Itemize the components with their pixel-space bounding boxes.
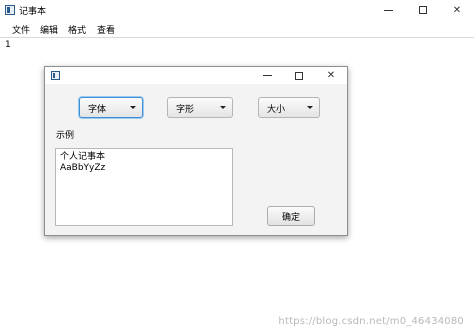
font-family-select[interactable]: 字体: [79, 97, 143, 118]
chevron-down-icon: [220, 106, 226, 109]
dialog-minimize-button[interactable]: [251, 67, 283, 84]
menu-edit[interactable]: 编辑: [40, 23, 58, 36]
close-icon: ✕: [452, 4, 462, 16]
maximize-icon: [295, 71, 303, 80]
close-icon: ✕: [326, 70, 336, 81]
dialog-title-bar: ✕: [45, 67, 347, 84]
menu-view[interactable]: 查看: [97, 23, 115, 36]
minimize-button[interactable]: [371, 0, 405, 20]
dialog-app-icon: [51, 71, 60, 80]
sample-preview-area[interactable]: 个人记事本 AaBbYyZz: [55, 148, 233, 226]
maximize-icon: [419, 6, 427, 14]
dialog-maximize-button[interactable]: [283, 67, 315, 84]
main-title-bar: 记事本 ✕: [0, 0, 474, 20]
chevron-down-icon: [307, 106, 313, 109]
chevron-down-icon: [130, 106, 136, 109]
font-family-select-label: 字体: [88, 105, 107, 115]
notepad-app-icon: [5, 5, 15, 15]
sample-text-line: AaBbYyZz: [60, 163, 106, 173]
font-size-select[interactable]: 大小: [258, 97, 320, 118]
maximize-button[interactable]: [406, 0, 440, 20]
close-button[interactable]: ✕: [440, 0, 474, 20]
ok-button[interactable]: 确定: [267, 206, 315, 226]
sample-text-line: 个人记事本: [60, 152, 106, 162]
minimize-icon: [383, 9, 393, 11]
menu-file[interactable]: 文件: [12, 23, 30, 36]
font-dialog: ✕ 字体 字形 大小 示例 个人记事本 AaBbYyZz 确定: [44, 66, 348, 236]
minimize-icon: [262, 75, 272, 76]
menu-format[interactable]: 格式: [68, 23, 86, 36]
sample-label: 示例: [56, 131, 75, 141]
editor-content: 1: [5, 40, 11, 50]
menu-bar: 文件 编辑 格式 查看: [0, 20, 474, 38]
font-style-select[interactable]: 字形: [167, 97, 233, 118]
window-title: 记事本: [19, 7, 47, 17]
font-style-select-label: 字形: [176, 105, 195, 115]
dialog-close-button[interactable]: ✕: [315, 67, 347, 84]
watermark: https://blog.csdn.net/m0_46434080: [278, 316, 464, 327]
font-size-select-label: 大小: [267, 105, 286, 115]
